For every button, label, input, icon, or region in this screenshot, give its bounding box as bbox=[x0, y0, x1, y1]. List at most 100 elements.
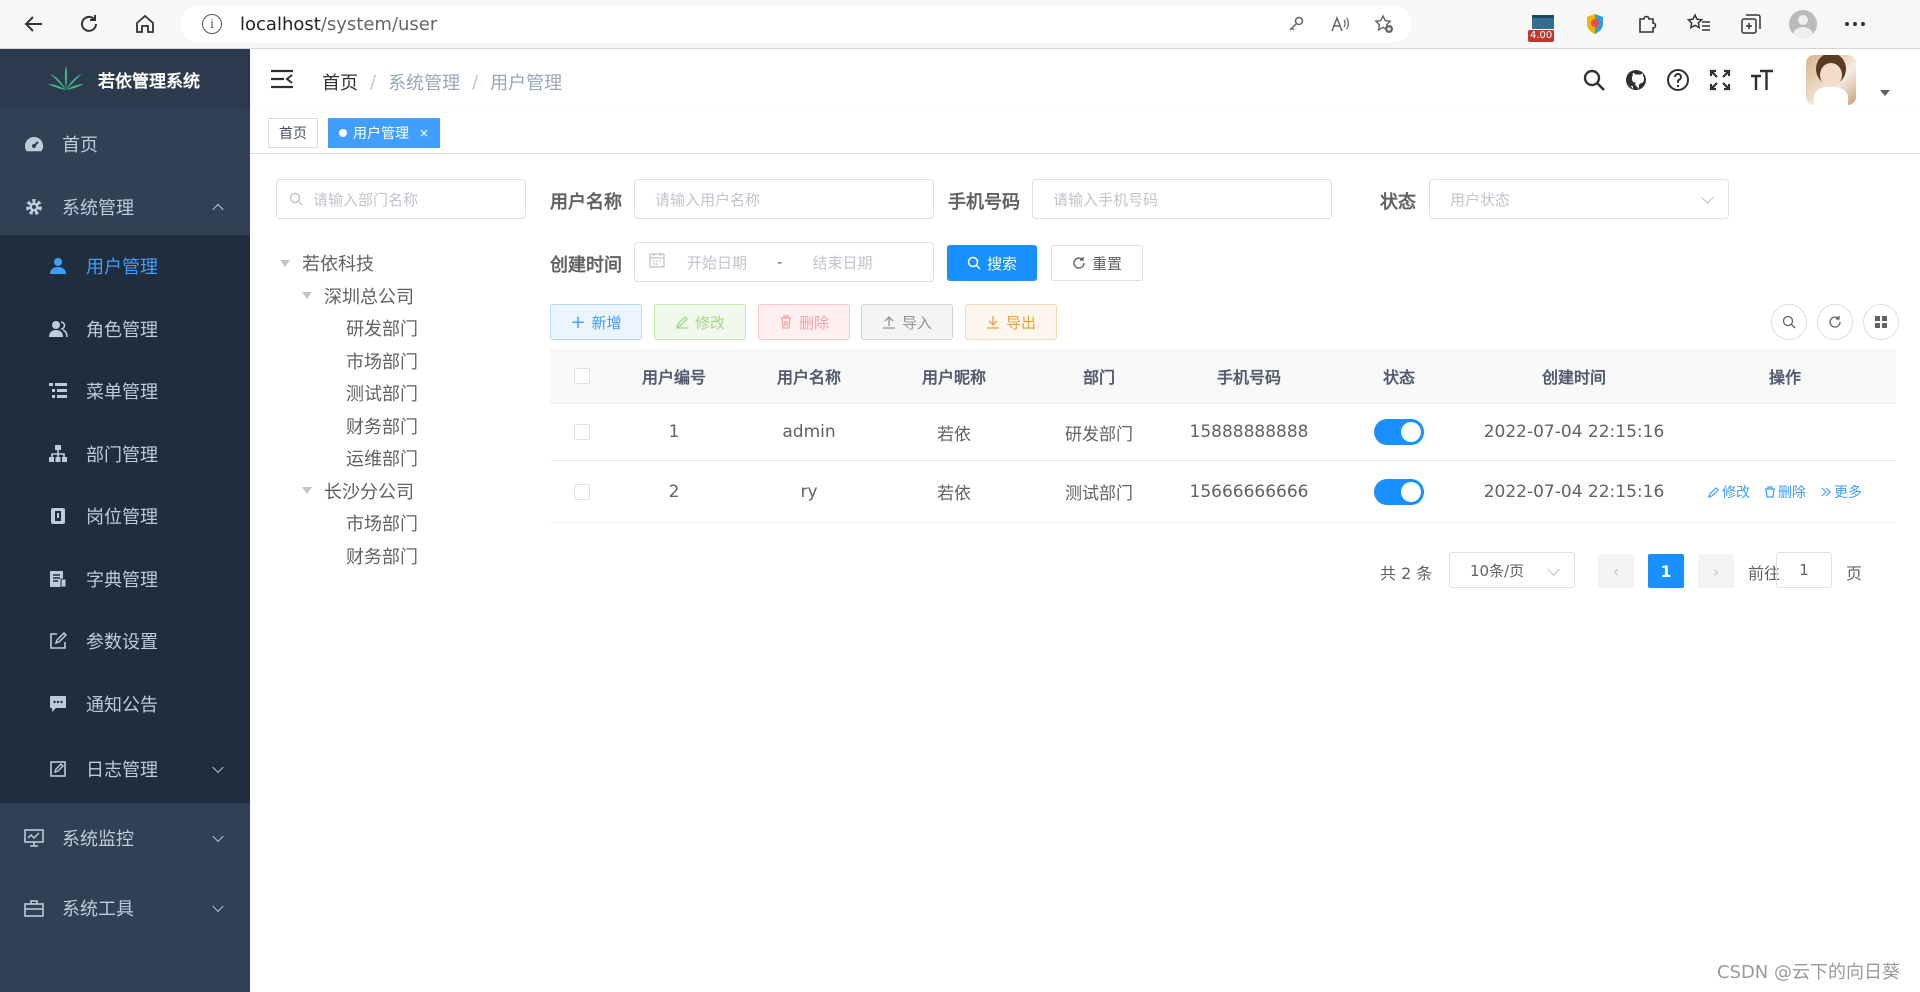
next-page-button[interactable]: › bbox=[1698, 554, 1734, 588]
search-icon[interactable] bbox=[1582, 68, 1606, 92]
columns-button[interactable] bbox=[1863, 304, 1899, 340]
username-input[interactable]: 请输入用户名称 bbox=[634, 179, 934, 219]
close-icon[interactable]: × bbox=[419, 126, 429, 140]
reset-button[interactable]: 重置 bbox=[1051, 245, 1143, 281]
status-select[interactable]: 用户状态 bbox=[1429, 179, 1729, 219]
row-delete-link[interactable]: 删除 bbox=[1764, 482, 1806, 502]
caret-down-icon[interactable] bbox=[302, 487, 312, 495]
sidebar-item-menu[interactable]: 菜单管理 bbox=[0, 360, 250, 423]
dict-icon bbox=[48, 569, 68, 589]
sidebar-item-role[interactable]: 角色管理 bbox=[0, 298, 250, 361]
select-all-checkbox[interactable] bbox=[574, 368, 590, 384]
tree-node[interactable]: 市场部门 bbox=[280, 507, 418, 540]
extension-badge-icon[interactable]: 4.00 bbox=[1528, 9, 1558, 42]
sidebar-item-label: 通知公告 bbox=[86, 694, 158, 716]
sidebar-item-dept[interactable]: 部门管理 bbox=[0, 423, 250, 486]
profile-avatar-icon[interactable] bbox=[1788, 9, 1818, 39]
phone-label: 手机号码 bbox=[948, 192, 1020, 213]
site-info-icon[interactable]: i bbox=[202, 14, 222, 34]
tree-node[interactable]: 测试部门 bbox=[280, 377, 418, 410]
date-range-picker[interactable]: 开始日期 - 结束日期 bbox=[634, 242, 934, 282]
favorites-icon[interactable] bbox=[1684, 9, 1714, 39]
caret-down-icon[interactable] bbox=[1880, 90, 1890, 96]
breadcrumb-home[interactable]: 首页 bbox=[322, 69, 358, 95]
hamburger-icon[interactable] bbox=[270, 69, 294, 91]
chevron-down-icon bbox=[1701, 191, 1714, 204]
breadcrumb-system: 系统管理 bbox=[388, 73, 461, 94]
export-button[interactable]: 导出 bbox=[965, 304, 1057, 340]
address-bar[interactable]: i localhost/system/user bbox=[180, 6, 1412, 42]
message-icon bbox=[48, 694, 68, 714]
font-size-icon[interactable] bbox=[1750, 68, 1774, 92]
tag-home[interactable]: 首页 bbox=[268, 118, 318, 148]
prev-page-button[interactable]: ‹ bbox=[1598, 554, 1634, 588]
goto-page-input[interactable]: 1 bbox=[1776, 552, 1832, 588]
row-checkbox[interactable] bbox=[574, 424, 590, 440]
tree-node[interactable]: 市场部门 bbox=[280, 345, 418, 378]
menu-item-system[interactable]: 系统管理 bbox=[0, 179, 250, 235]
breadcrumb: 首页 / 系统管理 / 用户管理 bbox=[322, 69, 562, 95]
column-header: 创建时间 bbox=[1541, 368, 1606, 387]
page-size-select[interactable]: 10条/页 bbox=[1449, 552, 1575, 588]
download-icon bbox=[986, 316, 999, 329]
refresh-button[interactable] bbox=[1817, 304, 1853, 340]
puzzle-extensions-icon[interactable] bbox=[1632, 9, 1662, 39]
sidebar-logo[interactable]: 若依管理系统 bbox=[0, 49, 250, 109]
phone-input[interactable]: 请输入手机号码 bbox=[1032, 179, 1332, 219]
import-button[interactable]: 导入 bbox=[861, 304, 953, 340]
help-icon[interactable] bbox=[1666, 68, 1690, 92]
pagination-total: 共 2 条 bbox=[1380, 564, 1433, 583]
back-arrow-icon[interactable] bbox=[19, 9, 49, 39]
edit-button[interactable]: 修改 bbox=[654, 304, 746, 340]
caret-down-icon[interactable] bbox=[280, 259, 290, 267]
sidebar-item-notice[interactable]: 通知公告 bbox=[0, 673, 250, 736]
url-text[interactable]: localhost/system/user bbox=[240, 14, 437, 35]
tree-node-label: 财务部门 bbox=[346, 546, 418, 568]
collections-icon[interactable] bbox=[1736, 9, 1766, 39]
status-switch[interactable] bbox=[1374, 419, 1424, 445]
sidebar-item-dict[interactable]: 字典管理 bbox=[0, 548, 250, 611]
row-edit-link[interactable]: 修改 bbox=[1708, 482, 1750, 502]
github-icon[interactable] bbox=[1624, 68, 1648, 92]
edit-icon bbox=[48, 631, 68, 651]
tag-user-management[interactable]: 用户管理 × bbox=[328, 118, 441, 148]
shield-extension-icon[interactable] bbox=[1580, 9, 1610, 39]
user-table: 用户编号 用户名称 用户昵称 部门 手机号码 状态 创建时间 操作 1 admi… bbox=[550, 349, 1896, 523]
more-options-icon[interactable] bbox=[1840, 9, 1870, 39]
row-checkbox[interactable] bbox=[574, 483, 590, 500]
tree-node[interactable]: 长沙分公司 bbox=[280, 475, 418, 508]
reload-icon[interactable] bbox=[74, 9, 104, 39]
menu-item-monitor[interactable]: 系统监控 bbox=[0, 803, 250, 873]
page-number-button[interactable]: 1 bbox=[1648, 554, 1684, 588]
menu-item-home[interactable]: 首页 bbox=[0, 109, 250, 179]
add-button[interactable]: + 新增 bbox=[550, 304, 642, 340]
sidebar-item-user[interactable]: 用户管理 bbox=[0, 235, 250, 298]
sidebar-item-config[interactable]: 参数设置 bbox=[0, 610, 250, 673]
fullscreen-icon[interactable] bbox=[1708, 68, 1732, 92]
sidebar-item-log[interactable]: 日志管理 bbox=[0, 735, 250, 803]
tree-node[interactable]: 研发部门 bbox=[280, 312, 418, 345]
key-icon[interactable] bbox=[1284, 12, 1308, 36]
tree-node[interactable]: 财务部门 bbox=[280, 410, 418, 443]
tree-node[interactable]: 运维部门 bbox=[280, 442, 418, 475]
menu-item-tool[interactable]: 系统工具 bbox=[0, 873, 250, 943]
grid-icon bbox=[1875, 316, 1887, 328]
tree-node-root[interactable]: 若依科技 bbox=[280, 247, 418, 280]
user-avatar[interactable] bbox=[1806, 55, 1856, 105]
search-button[interactable]: 搜索 bbox=[947, 245, 1037, 281]
trash-icon bbox=[1765, 485, 1775, 498]
tree-node[interactable]: 财务部门 bbox=[280, 540, 418, 573]
read-aloud-icon[interactable] bbox=[1328, 12, 1352, 36]
favorite-add-icon[interactable] bbox=[1372, 12, 1396, 36]
status-switch[interactable] bbox=[1374, 478, 1424, 505]
row-more-link[interactable]: 更多 bbox=[1820, 482, 1862, 502]
dept-search-input[interactable]: 请输入部门名称 bbox=[276, 179, 526, 219]
tree-node[interactable]: 深圳总公司 bbox=[280, 280, 418, 313]
status-label: 状态 bbox=[1380, 192, 1416, 213]
sidebar-item-label: 部门管理 bbox=[86, 444, 158, 466]
home-icon[interactable] bbox=[130, 9, 160, 39]
sidebar-item-post[interactable]: 岗位管理 bbox=[0, 485, 250, 548]
delete-button[interactable]: 删除 bbox=[758, 304, 850, 340]
toggle-search-button[interactable] bbox=[1771, 304, 1807, 340]
caret-down-icon[interactable] bbox=[302, 292, 312, 300]
